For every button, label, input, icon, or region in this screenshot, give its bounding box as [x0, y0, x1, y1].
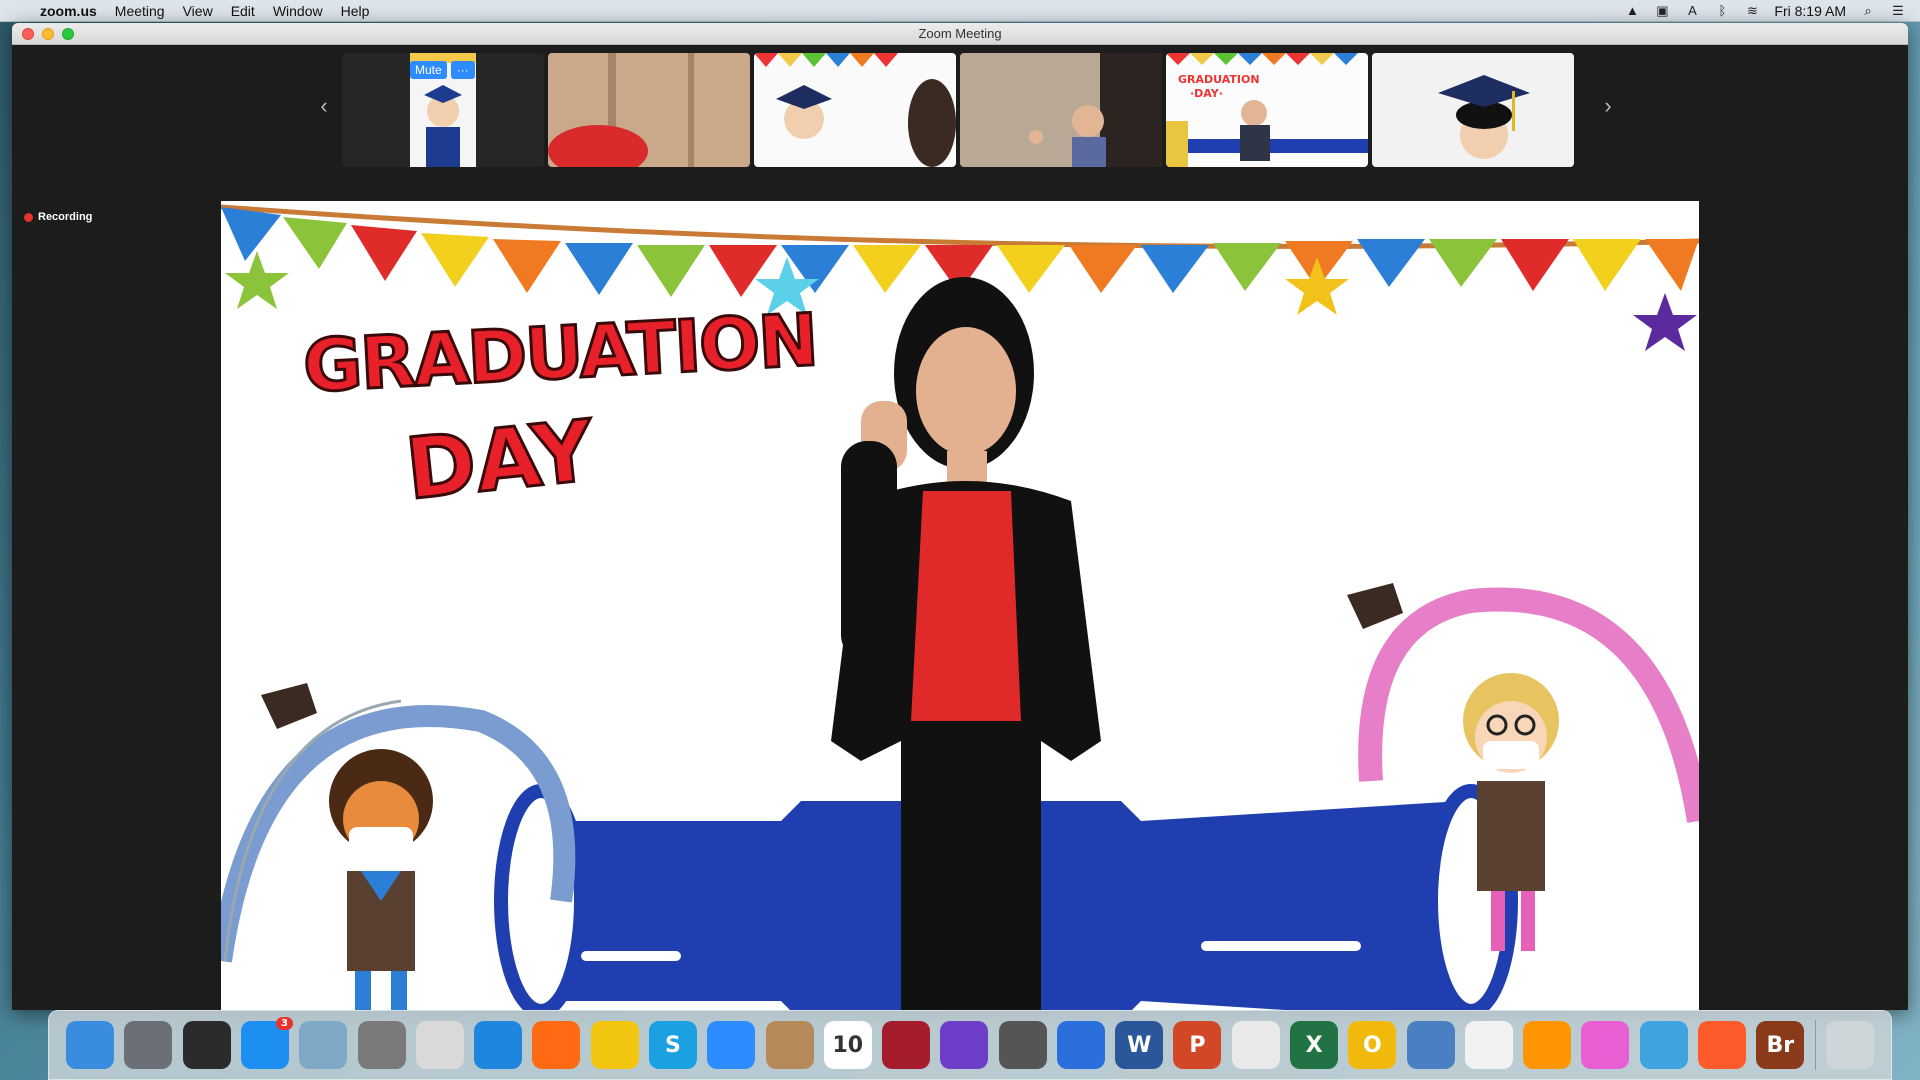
spotlight-search-icon[interactable]: ⌕ — [1860, 3, 1876, 18]
app-store-badge: 3 — [276, 1017, 293, 1030]
zoom-icon[interactable] — [707, 1021, 756, 1069]
recording-indicator: Recording — [24, 211, 92, 223]
dock: 3 S 10 W P X O Br — [48, 1010, 1892, 1080]
minimize-window-button[interactable] — [42, 27, 54, 40]
participant-thumbnail[interactable] — [1372, 53, 1574, 167]
app-menu[interactable]: zoom.us — [40, 3, 97, 19]
mute-participant-button[interactable]: Mute — [410, 61, 447, 79]
filmstrip-prev-icon[interactable]: ‹ — [314, 93, 334, 119]
participant-thumbnail[interactable] — [548, 53, 750, 167]
bluetooth-icon[interactable]: ᛒ — [1714, 3, 1730, 18]
trash-icon[interactable] — [1825, 1021, 1874, 1069]
safari-icon[interactable] — [474, 1021, 523, 1069]
preview-icon[interactable] — [299, 1021, 348, 1069]
powerpoint-icon[interactable]: P — [1173, 1021, 1222, 1069]
participant-filmstrip: Mute ··· GRADUATION ·DAY· — [342, 53, 1574, 167]
messenger-icon[interactable] — [1639, 1021, 1688, 1069]
finder-icon[interactable] — [66, 1021, 115, 1069]
meeting-content: ‹ › Mute ··· GRADUATION ·DAY· Recording … — [12, 45, 1908, 1010]
firefox-icon[interactable] — [532, 1021, 581, 1069]
participant-thumbnail[interactable] — [960, 53, 1162, 167]
wifi-icon[interactable]: ≋ — [1744, 3, 1760, 18]
menu-window[interactable]: Window — [273, 3, 323, 19]
app-store-icon[interactable]: 3 — [240, 1017, 293, 1069]
menu-help[interactable]: Help — [341, 3, 370, 19]
zoom-status-icon[interactable]: ▣ — [1654, 3, 1670, 18]
script-editor-icon[interactable] — [998, 1021, 1047, 1069]
outlook-icon[interactable]: O — [1348, 1021, 1397, 1069]
contacts-icon[interactable] — [765, 1021, 814, 1069]
maximize-window-button[interactable] — [62, 27, 74, 40]
close-window-button[interactable] — [22, 27, 34, 40]
dock-separator — [1814, 1020, 1816, 1070]
imovie-icon[interactable] — [940, 1021, 989, 1069]
bridge-icon[interactable]: Br — [1756, 1021, 1805, 1069]
system-preferences-icon[interactable] — [357, 1021, 406, 1069]
recording-dot-icon — [24, 212, 33, 222]
image-capture-icon[interactable] — [415, 1021, 464, 1069]
menu-bar: zoom.us Meeting View Edit Window Help ▲ … — [0, 0, 1920, 22]
launchpad-icon[interactable] — [124, 1021, 173, 1069]
chrome-icon[interactable] — [1231, 1021, 1280, 1069]
active-speaker-video[interactable]: GRADUATION DAY — [221, 201, 1699, 1010]
adobe-icon[interactable]: A — [1684, 3, 1700, 18]
notification-center-icon[interactable]: ☰ — [1890, 3, 1906, 18]
word-icon[interactable]: W — [1115, 1021, 1164, 1069]
no-entry-icon[interactable] — [590, 1021, 639, 1069]
skype-icon[interactable]: S — [648, 1021, 697, 1069]
menu-edit[interactable]: Edit — [231, 3, 255, 19]
window-title: Zoom Meeting — [918, 26, 1002, 41]
filmstrip-next-icon[interactable]: › — [1598, 93, 1618, 119]
calendar-icon[interactable]: 10 — [823, 1021, 872, 1069]
keynote-icon[interactable] — [1056, 1021, 1105, 1069]
menu-view[interactable]: View — [183, 3, 213, 19]
books-icon[interactable] — [1523, 1021, 1572, 1069]
recording-label: Recording — [38, 211, 93, 223]
itunes-icon[interactable] — [1581, 1021, 1630, 1069]
title-bar: Zoom Meeting — [12, 23, 1908, 45]
svg-text:GRADUATION: GRADUATION — [1178, 73, 1260, 86]
bluetooth-file-icon[interactable] — [1406, 1021, 1455, 1069]
activity-monitor-icon[interactable] — [182, 1021, 231, 1069]
photo-booth-icon[interactable] — [882, 1021, 931, 1069]
firefox2-icon[interactable] — [1698, 1021, 1747, 1069]
zoom-window: Zoom Meeting ‹ › Mute ··· GRADUATION ·DA… — [12, 23, 1908, 1010]
drive-icon[interactable]: ▲ — [1624, 3, 1640, 18]
photos-icon[interactable] — [1464, 1021, 1513, 1069]
menu-meeting[interactable]: Meeting — [115, 3, 165, 19]
graduation-subtitle: DAY — [400, 400, 600, 520]
clock[interactable]: Fri 8:19 AM — [1774, 3, 1846, 19]
excel-icon[interactable]: X — [1290, 1021, 1339, 1069]
svg-text:·DAY·: ·DAY· — [1190, 87, 1223, 100]
participant-thumbnail[interactable]: GRADUATION ·DAY· — [1166, 53, 1368, 167]
participant-thumbnail[interactable] — [754, 53, 956, 167]
participant-thumbnail[interactable]: Mute ··· — [342, 53, 544, 167]
more-options-button[interactable]: ··· — [450, 61, 475, 79]
